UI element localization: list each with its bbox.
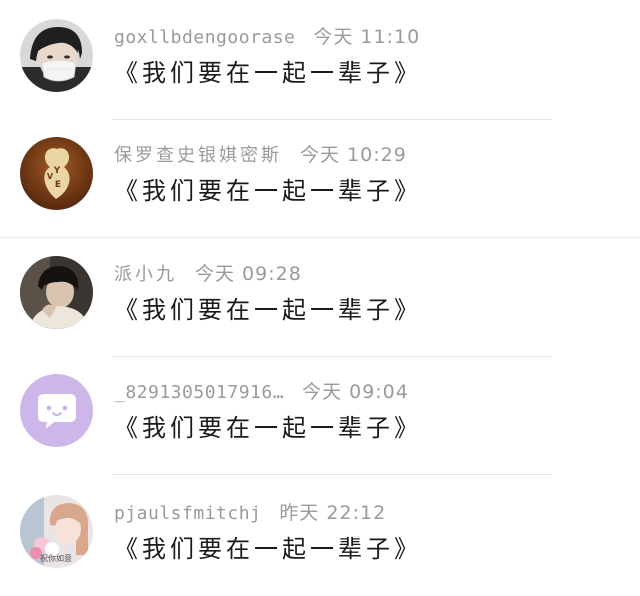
- avatar[interactable]: [20, 19, 93, 92]
- sender-name: pjaulsfmitchj: [114, 503, 262, 524]
- avatar-person-photo-icon: [20, 256, 93, 329]
- message-preview: 《我们要在一起一辈子》: [114, 59, 422, 87]
- conversation-meta: _8291305017916… 今天 09:04: [114, 379, 409, 405]
- conversation-list: goxllbdengoorase 今天 11:10 《我们要在一起一辈子》 Y E…: [0, 0, 640, 595]
- conversation-meta: 保罗查史银娸密斯 今天 10:29: [114, 142, 407, 168]
- sender-name: 保罗查史银娸密斯: [114, 145, 282, 166]
- avatar-girl-flowers-icon: 祝你如意: [20, 495, 93, 568]
- message-preview: 《我们要在一起一辈子》: [114, 535, 422, 563]
- message-preview: 《我们要在一起一辈子》: [114, 177, 422, 205]
- message-time: 昨天 22:12: [279, 502, 387, 524]
- message-preview: 《我们要在一起一辈子》: [114, 414, 422, 442]
- list-item[interactable]: _8291305017916… 今天 09:04 《我们要在一起一辈子》: [0, 355, 640, 475]
- message-time: 今天 11:10: [313, 26, 421, 48]
- list-item[interactable]: 祝你如意 pjaulsfmitchj 昨天 22:12 《我们要在一起一辈子》: [0, 476, 640, 596]
- message-time: 今天 10:29: [300, 144, 407, 166]
- avatar-person-mask-icon: [20, 19, 93, 92]
- avatar[interactable]: Y E V: [20, 137, 93, 210]
- avatar-love-heart-icon: Y E V: [20, 137, 93, 210]
- conversation-meta: 派小九 今天 09:28: [114, 261, 302, 287]
- svg-text:E: E: [55, 180, 61, 190]
- sender-name: goxllbdengoorase: [114, 27, 296, 48]
- message-preview: 《我们要在一起一辈子》: [114, 296, 422, 324]
- avatar[interactable]: 祝你如意: [20, 495, 93, 568]
- sender-name: _8291305017916…: [114, 382, 285, 403]
- svg-text:Y: Y: [53, 166, 61, 176]
- svg-text:V: V: [47, 172, 54, 181]
- sender-name: 派小九: [114, 264, 177, 285]
- list-item[interactable]: Y E V 保罗查史银娸密斯 今天 10:29 《我们要在一起一辈子》: [0, 118, 640, 238]
- avatar-chat-bubble-icon: [20, 374, 93, 447]
- message-time: 今天 09:04: [302, 381, 409, 403]
- avatar-caption: 祝你如意: [40, 553, 72, 563]
- list-item[interactable]: 派小九 今天 09:28 《我们要在一起一辈子》: [0, 237, 640, 357]
- conversation-meta: goxllbdengoorase 今天 11:10: [114, 24, 420, 50]
- conversation-meta: pjaulsfmitchj 昨天 22:12: [114, 500, 386, 526]
- avatar[interactable]: [20, 256, 93, 329]
- divider: [112, 474, 552, 475]
- message-time: 今天 09:28: [195, 263, 302, 285]
- list-item[interactable]: goxllbdengoorase 今天 11:10 《我们要在一起一辈子》: [0, 0, 640, 120]
- avatar[interactable]: [20, 374, 93, 447]
